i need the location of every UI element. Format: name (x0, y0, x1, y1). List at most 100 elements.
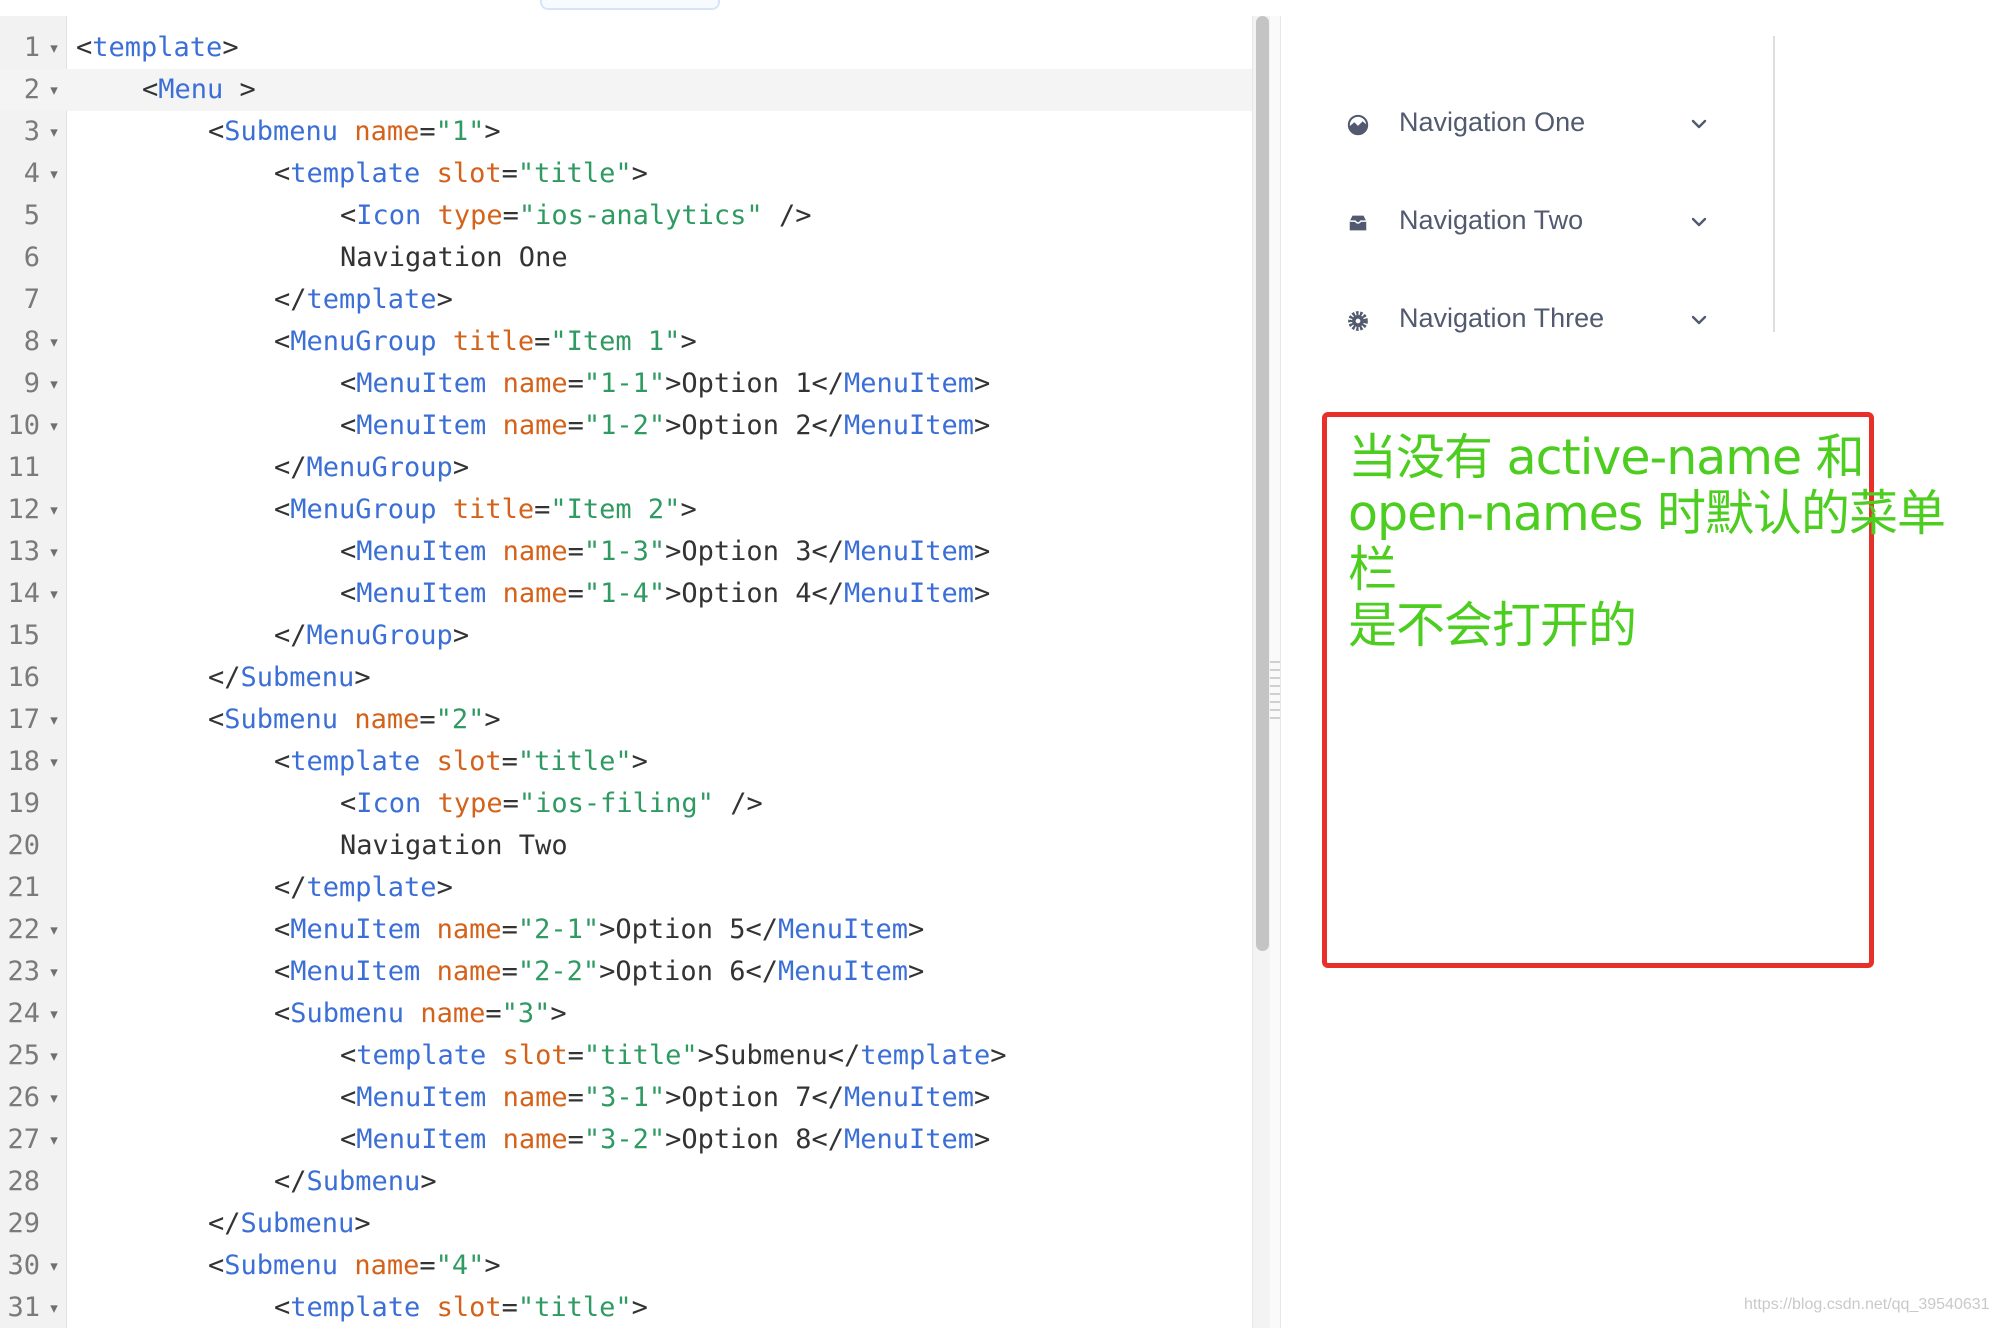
code-line[interactable]: 9 ▾ <MenuItem name="1-1">Option 1</MenuIte… (0, 363, 1252, 405)
code-line[interactable]: 14 ▾ <MenuItem name="1-4">Option 4</MenuIt… (0, 573, 1252, 615)
code-line[interactable]: 5 <Icon type="ios-analytics" /> (0, 195, 1252, 237)
code-line[interactable]: 11 </MenuGroup> (0, 447, 1252, 489)
code-text[interactable]: </Submenu> (274, 1161, 437, 1203)
fold-arrow-icon[interactable]: ▾ (46, 1077, 62, 1119)
code-line[interactable]: 27 ▾ <MenuItem name="3-2">Option 8</MenuIt… (0, 1119, 1252, 1161)
code-line[interactable]: 10 ▾ <MenuItem name="1-2">Option 2</MenuIt… (0, 405, 1252, 447)
chevron-down-icon[interactable] (1687, 308, 1711, 332)
code-line[interactable]: 17 ▾ <Submenu name="2"> (0, 699, 1252, 741)
code-line[interactable]: 6 Navigation One (0, 237, 1252, 279)
code-token: > (908, 914, 925, 945)
editor-scrollbar[interactable] (1252, 16, 1271, 1328)
code-text[interactable]: Navigation Two (340, 825, 568, 867)
code-line[interactable]: 25 ▾ <template slot="title">Submenu</templ… (0, 1035, 1252, 1077)
code-text[interactable]: </Submenu> (208, 657, 371, 699)
code-text[interactable]: <template slot="title"> (274, 1287, 648, 1328)
code-line[interactable]: 29 </Submenu> (0, 1203, 1252, 1245)
code-text[interactable]: <MenuItem name="2-2">Option 6</MenuItem> (274, 951, 924, 993)
top-tab[interactable] (540, 0, 720, 10)
code-token: > (908, 956, 925, 987)
code-token: MenuItem (356, 536, 487, 567)
code-text[interactable]: <MenuItem name="2-1">Option 5</MenuItem> (274, 909, 924, 951)
code-line[interactable]: 16 </Submenu> (0, 657, 1252, 699)
code-text[interactable]: <template slot="title"> (274, 153, 648, 195)
code-text[interactable]: <MenuGroup title="Item 1"> (274, 321, 697, 363)
chevron-down-icon[interactable] (1687, 210, 1711, 234)
fold-arrow-icon[interactable]: ▾ (46, 741, 62, 783)
code-text[interactable]: <Submenu name="4"> (208, 1245, 501, 1287)
code-text[interactable]: <Submenu name="3"> (274, 993, 567, 1035)
code-token: Submenu (224, 704, 339, 735)
code-text[interactable]: <Submenu name="2"> (208, 699, 501, 741)
code-line[interactable]: 13 ▾ <MenuItem name="1-3">Option 3</MenuIt… (0, 531, 1252, 573)
fold-arrow-icon[interactable]: ▾ (46, 1035, 62, 1077)
code-line[interactable]: 4 ▾ <template slot="title"> (0, 153, 1252, 195)
fold-arrow-icon[interactable]: ▾ (46, 909, 62, 951)
code-text[interactable]: <MenuItem name="3-2">Option 8</MenuItem> (340, 1119, 990, 1161)
fold-arrow-icon[interactable]: ▾ (46, 363, 62, 405)
fold-arrow-icon[interactable]: ▾ (46, 153, 62, 195)
fold-arrow-icon[interactable]: ▾ (46, 1287, 62, 1328)
code-text[interactable]: </MenuGroup> (274, 447, 469, 489)
submenu-navigation-one[interactable]: Navigation One (1347, 104, 1987, 144)
code-line[interactable]: 20 Navigation Two (0, 825, 1252, 867)
submenu-navigation-two[interactable]: Navigation Two (1347, 202, 1987, 242)
fold-arrow-icon[interactable]: ▾ (46, 321, 62, 363)
code-text[interactable]: <MenuItem name="1-1">Option 1</MenuItem> (340, 363, 990, 405)
code-text[interactable]: <Icon type="ios-analytics" /> (340, 195, 811, 237)
fold-arrow-icon[interactable]: ▾ (46, 489, 62, 531)
code-text[interactable]: <template slot="title"> (274, 741, 648, 783)
code-line[interactable]: 26 ▾ <MenuItem name="3-1">Option 7</MenuIt… (0, 1077, 1252, 1119)
fold-arrow-icon[interactable]: ▾ (46, 1119, 62, 1161)
code-text[interactable]: <MenuItem name="1-4">Option 4</MenuItem> (340, 573, 990, 615)
chevron-down-icon[interactable] (1687, 112, 1711, 136)
code-line[interactable]: 1 ▾ <template> (0, 27, 1252, 69)
code-text[interactable]: <MenuItem name="1-2">Option 2</MenuItem> (340, 405, 990, 447)
code-line[interactable]: 3 ▾ <Submenu name="1"> (0, 111, 1252, 153)
code-lines[interactable]: 1 ▾ <template> 2 ▾ <Menu >3 ▾ <Submenu name="1"… (0, 27, 1252, 1328)
code-editor[interactable]: 1 ▾ <template> 2 ▾ <Menu >3 ▾ <Submenu name="1"… (0, 16, 1252, 1328)
line-number: 4 (23, 158, 40, 189)
fold-arrow-icon[interactable]: ▾ (46, 993, 62, 1035)
code-line[interactable]: 12 ▾ <MenuGroup title="Item 2"> (0, 489, 1252, 531)
code-line[interactable]: 15 </MenuGroup> (0, 615, 1252, 657)
code-text[interactable]: <template> (76, 27, 239, 69)
submenu-navigation-three[interactable]: Navigation Three (1347, 300, 1987, 340)
code-line[interactable]: 2 ▾ <Menu > (0, 69, 1252, 111)
fold-arrow-icon[interactable]: ▾ (46, 111, 62, 153)
code-line[interactable]: 31 ▾ <template slot="title"> (0, 1287, 1252, 1328)
fold-arrow-icon[interactable]: ▾ (46, 699, 62, 741)
code-text[interactable]: </Submenu> (208, 1203, 371, 1245)
fold-arrow-icon[interactable]: ▾ (46, 1245, 62, 1287)
pane-splitter[interactable] (1270, 16, 1281, 1328)
code-text[interactable]: <Icon type="ios-filing" /> (340, 783, 763, 825)
code-text[interactable]: <template slot="title">Submenu</template… (340, 1035, 1007, 1077)
code-line[interactable]: 18 ▾ <template slot="title"> (0, 741, 1252, 783)
code-line[interactable]: 28 </Submenu> (0, 1161, 1252, 1203)
code-line[interactable]: 8 ▾ <MenuGroup title="Item 1"> (0, 321, 1252, 363)
code-text[interactable]: Navigation One (340, 237, 568, 279)
code-line[interactable]: 23 ▾ <MenuItem name="2-2">Option 6</MenuIt… (0, 951, 1252, 993)
scrollbar-thumb[interactable] (1256, 16, 1269, 951)
code-text[interactable]: <MenuGroup title="Item 2"> (274, 489, 697, 531)
fold-arrow-icon[interactable]: ▾ (46, 405, 62, 447)
code-text[interactable]: <Submenu name="1"> (208, 111, 501, 153)
code-line[interactable]: 30 ▾ <Submenu name="4"> (0, 1245, 1252, 1287)
code-line[interactable]: 21 </template> (0, 867, 1252, 909)
fold-arrow-icon[interactable]: ▾ (46, 951, 62, 993)
code-text[interactable]: </template> (274, 867, 453, 909)
code-text[interactable]: </template> (274, 279, 453, 321)
fold-arrow-icon[interactable]: ▾ (46, 69, 62, 111)
code-line[interactable]: 7 </template> (0, 279, 1252, 321)
code-text[interactable]: <MenuItem name="3-1">Option 7</MenuItem> (340, 1077, 990, 1119)
code-text[interactable]: <Menu > (142, 69, 256, 111)
fold-arrow-icon[interactable]: ▾ (46, 573, 62, 615)
code-line[interactable]: 19 <Icon type="ios-filing" /> (0, 783, 1252, 825)
code-line[interactable]: 22 ▾ <MenuItem name="2-1">Option 5</MenuIt… (0, 909, 1252, 951)
splitter-grip-icon[interactable] (1270, 661, 1280, 721)
code-text[interactable]: </MenuGroup> (274, 615, 469, 657)
code-text[interactable]: <MenuItem name="1-3">Option 3</MenuItem> (340, 531, 990, 573)
fold-arrow-icon[interactable]: ▾ (46, 27, 62, 69)
code-line[interactable]: 24 ▾ <Submenu name="3"> (0, 993, 1252, 1035)
fold-arrow-icon[interactable]: ▾ (46, 531, 62, 573)
